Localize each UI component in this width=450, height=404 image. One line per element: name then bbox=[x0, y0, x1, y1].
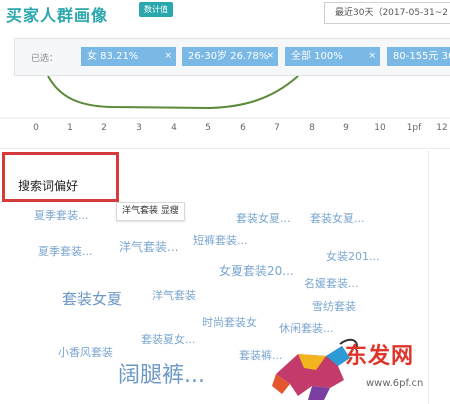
chip-label: 26-30岁 26.78% bbox=[188, 51, 269, 62]
keyword[interactable]: 套装夏女... bbox=[141, 331, 196, 347]
x-tick: 9 bbox=[343, 123, 349, 133]
filter-chip-gender[interactable]: 女 83.21% × bbox=[81, 47, 176, 66]
x-tick: 5 bbox=[205, 123, 211, 133]
keyword[interactable]: 套装女夏... bbox=[236, 210, 291, 226]
x-tick: 1 bbox=[67, 123, 73, 133]
x-tick: 1pf bbox=[406, 123, 422, 133]
watermark-url: www.6pf.cn bbox=[366, 378, 424, 389]
keyword[interactable]: 名媛套装... bbox=[304, 275, 359, 291]
filter-label: 已选： bbox=[31, 54, 59, 64]
logo-shape bbox=[308, 386, 330, 400]
distribution-chart: 0 1 2 3 4 5 6 7 8 9 10 1pf 12 bbox=[0, 76, 450, 142]
keyword[interactable]: 时尚套装女 bbox=[202, 314, 257, 330]
filter-chip-all[interactable]: 全部 100% × bbox=[285, 47, 380, 66]
keyword-tooltip: 洋气套装 显瘦 bbox=[116, 202, 185, 221]
keyword[interactable]: 套装女夏 bbox=[62, 288, 122, 309]
keyword[interactable]: 女夏套装20... bbox=[219, 262, 294, 279]
keyword[interactable]: 洋气套装 bbox=[152, 287, 196, 303]
curve-line bbox=[47, 76, 299, 110]
keyword[interactable]: 女装201... bbox=[326, 248, 380, 264]
keyword[interactable]: 雪纺套装 bbox=[312, 298, 356, 314]
chip-label: 全部 100% bbox=[291, 51, 343, 62]
x-tick: 2 bbox=[101, 123, 107, 133]
keyword[interactable]: 小香风套装 bbox=[58, 344, 113, 360]
x-tick: 4 bbox=[171, 123, 177, 133]
keyword[interactable]: 休闲套装... bbox=[279, 320, 334, 336]
x-tick: 12 bbox=[436, 123, 448, 133]
x-tick: 6 bbox=[240, 123, 246, 133]
x-tick: 3 bbox=[136, 123, 142, 133]
close-icon[interactable]: × bbox=[368, 47, 376, 66]
keyword[interactable]: 夏季套装... bbox=[34, 207, 89, 223]
page-title: 买家人群画像 bbox=[6, 6, 109, 25]
chip-label: 80-155元 36.8 bbox=[393, 51, 450, 62]
close-icon[interactable]: × bbox=[266, 47, 274, 66]
section-title: 搜索词偏好 bbox=[18, 179, 79, 193]
chip-label: 女 83.21% bbox=[87, 51, 139, 62]
section-divider bbox=[0, 148, 450, 149]
keyword[interactable]: 短裤套装... bbox=[193, 232, 248, 248]
keyword[interactable]: 洋气套装... bbox=[119, 238, 178, 255]
watermark-brand: 东发网 bbox=[345, 344, 415, 369]
header: 买家人群画像 数计值 最近30天（2017-05-31~2 bbox=[0, 0, 450, 34]
x-tick: 7 bbox=[274, 123, 280, 133]
x-tick: 8 bbox=[309, 123, 315, 133]
keyword[interactable]: 阔腿裤... bbox=[118, 357, 205, 389]
keyword[interactable]: 夏季套装... bbox=[38, 243, 93, 259]
x-tick: 0 bbox=[33, 123, 39, 133]
keyword[interactable]: 套装女夏... bbox=[310, 210, 365, 226]
value-tag[interactable]: 数计值 bbox=[139, 2, 173, 17]
filter-chip-price[interactable]: 80-155元 36.8 bbox=[387, 47, 450, 66]
filter-bar: 已选： 女 83.21% × 26-30岁 26.78% × 全部 100% ×… bbox=[14, 38, 450, 76]
filter-chip-age[interactable]: 26-30岁 26.78% × bbox=[182, 47, 278, 66]
date-range-selector[interactable]: 最近30天（2017-05-31~2 bbox=[324, 2, 450, 24]
close-icon[interactable]: × bbox=[164, 47, 172, 66]
x-tick: 10 bbox=[374, 123, 386, 133]
